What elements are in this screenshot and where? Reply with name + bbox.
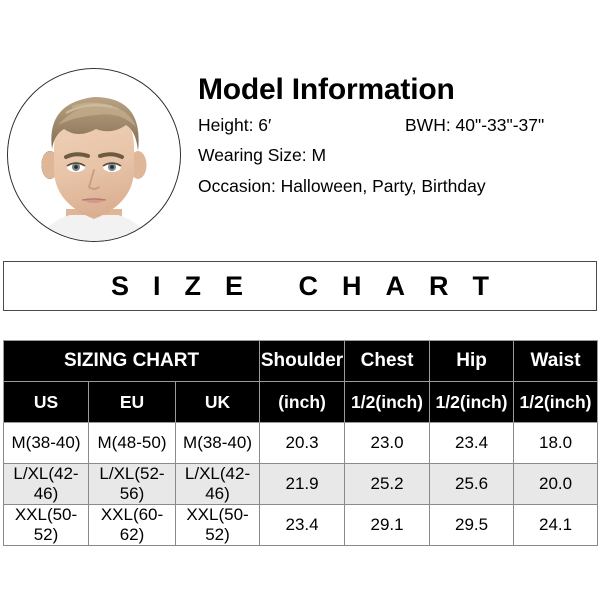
header-waist: Waist <box>513 340 599 382</box>
cell-waist: 20.0 <box>513 463 599 505</box>
header-sizing-chart: SIZING CHART <box>2 340 261 382</box>
model-information-section: Model Information Height: 6′ BWH: 40"-33… <box>0 0 600 255</box>
cell-uk: L/XL(42-46) <box>174 463 261 505</box>
model-height-label: Height: 6′ <box>198 114 272 135</box>
cell-eu: L/XL(52-56) <box>88 463 176 505</box>
model-bwh-label: BWH: 40"-33"-37" <box>405 114 545 135</box>
cell-chest: 29.1 <box>344 504 431 546</box>
header-eu: EU <box>88 381 176 423</box>
cell-uk: M(38-40) <box>174 422 261 464</box>
model-text-block: Model Information Height: 6′ BWH: 40"-33… <box>198 74 594 195</box>
cell-chest: 23.0 <box>344 422 431 464</box>
table-row: L/XL(42-46) L/XL(52-56) L/XL(42-46) 21.9… <box>3 463 599 505</box>
cell-shoulder: 23.4 <box>259 504 346 546</box>
header-shoulder-unit: (inch) <box>259 381 346 423</box>
header-us: US <box>3 381 89 423</box>
table-header-row-units: US EU UK (inch) 1/2(inch) 1/2(inch) 1/2(… <box>3 381 599 423</box>
cell-uk: XXL(50-52) <box>174 504 261 546</box>
cell-us: M(38-40) <box>3 422 89 464</box>
cell-chest: 25.2 <box>344 463 431 505</box>
cell-hip: 29.5 <box>429 504 515 546</box>
header-chest-unit: 1/2(inch) <box>344 381 431 423</box>
model-wearing-size-label: Wearing Size: M <box>198 145 327 165</box>
header-hip-unit: 1/2(inch) <box>429 381 515 423</box>
table-row: XXL(50-52) XXL(60-62) XXL(50-52) 23.4 29… <box>3 504 599 546</box>
table-row: M(38-40) M(48-50) M(38-40) 20.3 23.0 23.… <box>3 422 599 464</box>
cell-hip: 23.4 <box>429 422 515 464</box>
header-hip: Hip <box>429 340 515 382</box>
model-height-line: Height: 6′ BWH: 40"-33"-37" <box>198 114 594 135</box>
model-occasion-label: Occasion: Halloween, Party, Birthday <box>198 175 486 196</box>
header-waist-unit: 1/2(inch) <box>513 381 599 423</box>
header-uk: UK <box>174 381 261 423</box>
cell-shoulder: 20.3 <box>259 422 346 464</box>
table-header-row-primary: SIZING CHART Shoulder Chest Hip Waist <box>2 340 599 382</box>
cell-hip: 25.6 <box>429 463 515 505</box>
avatar <box>7 68 181 242</box>
header-shoulder: Shoulder <box>259 340 346 382</box>
header-chest: Chest <box>344 340 431 382</box>
size-chart-banner: SIZE CHART <box>3 261 597 311</box>
cell-us: L/XL(42-46) <box>3 463 89 505</box>
page-title: Model Information <box>198 73 455 106</box>
cell-eu: XXL(60-62) <box>88 504 176 546</box>
model-portrait-illustration <box>8 69 180 241</box>
cell-waist: 24.1 <box>513 504 599 546</box>
sizing-chart-table: SIZING CHART Shoulder Chest Hip Waist US… <box>2 340 599 546</box>
cell-us: XXL(50-52) <box>3 504 89 546</box>
cell-eu: M(48-50) <box>88 422 176 464</box>
size-chart-banner-text: SIZE CHART <box>111 270 513 301</box>
cell-waist: 18.0 <box>513 422 599 464</box>
cell-shoulder: 21.9 <box>259 463 346 505</box>
